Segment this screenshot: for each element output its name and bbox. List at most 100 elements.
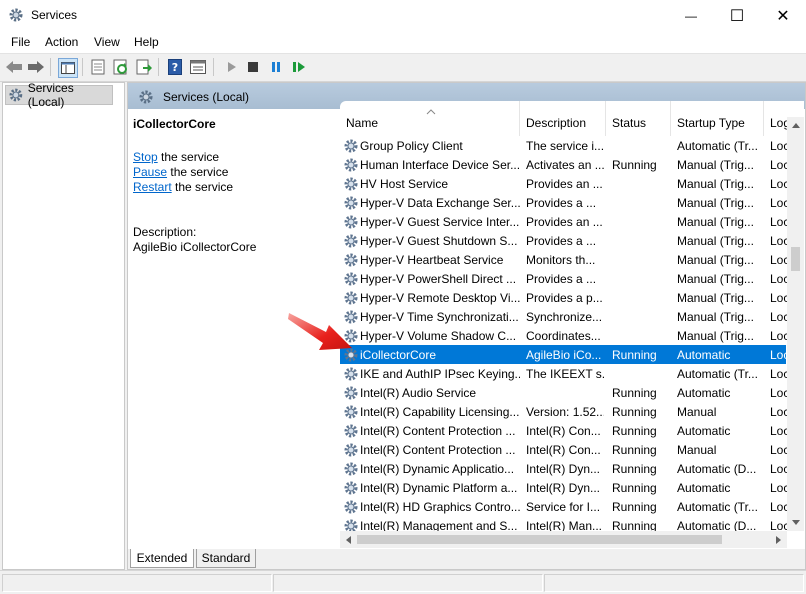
pause-service-button[interactable]	[267, 58, 285, 76]
scroll-right-button[interactable]	[770, 531, 787, 548]
service-name-cell: Hyper-V PowerShell Direct ...	[360, 272, 517, 286]
selected-service-name: iCollectorCore	[133, 117, 216, 131]
horizontal-scroll-thumb[interactable]	[357, 535, 722, 544]
menu-action[interactable]: Action	[45, 35, 78, 49]
column-header-startup-type[interactable]: Startup Type	[671, 101, 764, 136]
service-gear-icon	[344, 386, 358, 400]
service-status-cell: Running	[612, 443, 657, 457]
table-row[interactable]: Intel(R) Audio Service Running Automatic Lo…	[340, 383, 789, 402]
scroll-left-button[interactable]	[340, 531, 357, 548]
view-tabs: Extended Standard	[128, 549, 805, 569]
vertical-scroll-thumb[interactable]	[791, 247, 800, 271]
stop-service-button[interactable]	[244, 58, 262, 76]
restart-service-button[interactable]	[290, 58, 308, 76]
pane-header-title: Services (Local)	[163, 90, 250, 104]
chevron-down-icon	[791, 520, 800, 525]
red-pointer-arrow-icon	[288, 313, 352, 350]
table-row[interactable]: Hyper-V PowerShell Direct ... Provides a …	[340, 269, 789, 288]
service-startup-type-cell: Automatic	[677, 424, 731, 438]
column-header-name[interactable]: Name	[340, 101, 520, 136]
status-pane	[2, 574, 272, 592]
table-row[interactable]: Intel(R) Capability Licensing... Version:…	[340, 402, 789, 421]
service-status-cell: Running	[612, 424, 657, 438]
service-gear-icon	[344, 234, 358, 248]
table-row[interactable]: Hyper-V Time Synchronizati... Synchronize…	[340, 307, 789, 326]
service-name-cell: Hyper-V Data Exchange Ser...	[360, 196, 520, 210]
table-row[interactable]: Group Policy Client The service i... Autom…	[340, 136, 789, 155]
status-pane	[544, 574, 804, 592]
service-description-cell: Provides an ...	[526, 177, 603, 191]
table-row[interactable]: Human Interface Device Ser... Activates a…	[340, 155, 789, 174]
service-name-cell: Hyper-V Heartbeat Service	[360, 253, 504, 267]
help-button[interactable]: ?	[166, 58, 184, 76]
refresh-button[interactable]	[112, 58, 130, 76]
table-row-selected[interactable]: iCollectorCore AgileBio iCo... Running Auto…	[340, 345, 789, 364]
service-gear-icon	[344, 481, 358, 495]
stop-link[interactable]: Stop	[133, 150, 158, 164]
service-name-cell: Intel(R) Dynamic Applicatio...	[360, 462, 515, 476]
service-startup-type-cell: Manual (Trig...	[677, 329, 754, 343]
restart-service-icon	[293, 62, 305, 72]
service-startup-type-cell: Manual (Trig...	[677, 272, 754, 286]
table-row[interactable]: Intel(R) Dynamic Platform a... Intel(R) D…	[340, 478, 789, 497]
tree-item-label: Services (Local)	[27, 81, 74, 109]
export-list-button[interactable]	[135, 58, 153, 76]
tab-standard[interactable]: Standard	[196, 549, 256, 568]
table-row[interactable]: Hyper-V Volume Shadow C... Coordinates...…	[340, 326, 789, 345]
column-header-status[interactable]: Status	[606, 101, 671, 136]
service-gear-icon	[344, 424, 358, 438]
restart-link[interactable]: Restart	[133, 180, 172, 194]
menu-help[interactable]: Help	[134, 35, 159, 49]
service-name-cell: Intel(R) Audio Service	[360, 386, 477, 400]
chevron-right-icon	[776, 535, 781, 544]
menu-file[interactable]: File	[11, 35, 30, 49]
tree-item-services-local[interactable]: Services (Local)	[5, 81, 113, 109]
table-row[interactable]: HV Host Service Provides an ... Manual (Tr…	[340, 174, 789, 193]
table-row[interactable]: Hyper-V Guest Shutdown S... Provides a ..…	[340, 231, 789, 250]
horizontal-scrollbar[interactable]	[340, 531, 787, 548]
vertical-scrollbar[interactable]	[787, 117, 804, 531]
back-button[interactable]	[5, 58, 23, 76]
table-row[interactable]: Intel(R) Content Protection ... Intel(R) …	[340, 421, 789, 440]
minimize-button[interactable]: —	[668, 0, 714, 31]
service-startup-type-cell: Automatic (Tr...	[677, 139, 758, 153]
forward-button[interactable]	[27, 58, 45, 76]
service-name-cell: iCollectorCore	[360, 348, 437, 362]
service-description-cell: Provides a p...	[526, 291, 603, 305]
service-description-cell: Intel(R) Con...	[526, 443, 601, 457]
service-startup-type-cell: Manual (Trig...	[677, 253, 754, 267]
show-hide-console-tree-button[interactable]	[58, 58, 78, 78]
toolbar: ?	[0, 53, 806, 82]
table-row[interactable]: Intel(R) Content Protection ... Intel(R) …	[340, 440, 789, 459]
console-view-button[interactable]	[189, 58, 207, 76]
service-description-cell: Intel(R) Dyn...	[526, 462, 601, 476]
scroll-up-button[interactable]	[787, 117, 804, 134]
service-gear-icon	[344, 215, 358, 229]
maximize-button[interactable]: ☐	[714, 0, 760, 31]
column-header-description[interactable]: Description	[520, 101, 606, 136]
service-name-cell: Intel(R) HD Graphics Contro...	[360, 500, 520, 514]
start-service-icon	[228, 62, 236, 72]
table-row[interactable]: IKE and AuthIP IPsec Keying... The IKEEXT…	[340, 364, 789, 383]
table-row[interactable]: Intel(R) Dynamic Applicatio... Intel(R) D…	[340, 459, 789, 478]
properties-button[interactable]	[89, 58, 107, 76]
table-row[interactable]: Intel(R) HD Graphics Contro... Service fo…	[340, 497, 789, 516]
start-service-button[interactable]	[222, 58, 240, 76]
restart-action-text: the service	[171, 180, 234, 194]
tab-extended[interactable]: Extended	[130, 549, 194, 568]
close-button[interactable]: ✕	[760, 0, 806, 31]
properties-icon	[91, 59, 105, 75]
service-gear-icon	[344, 272, 358, 286]
table-row[interactable]: Hyper-V Heartbeat Service Monitors th... M…	[340, 250, 789, 269]
service-name-cell: Intel(R) Content Protection ...	[360, 443, 516, 457]
service-gear-icon	[344, 253, 358, 267]
table-row[interactable]: Hyper-V Guest Service Inter... Provides a…	[340, 212, 789, 231]
menu-view[interactable]: View	[94, 35, 120, 49]
service-gear-icon	[344, 367, 358, 381]
service-name-cell: Hyper-V Time Synchronizati...	[360, 310, 519, 324]
pause-link[interactable]: Pause	[133, 165, 167, 179]
scroll-down-button[interactable]	[787, 514, 804, 531]
service-status-cell: Running	[612, 500, 657, 514]
table-row[interactable]: Hyper-V Data Exchange Ser... Provides a .…	[340, 193, 789, 212]
table-row[interactable]: Hyper-V Remote Desktop Vi... Provides a p…	[340, 288, 789, 307]
